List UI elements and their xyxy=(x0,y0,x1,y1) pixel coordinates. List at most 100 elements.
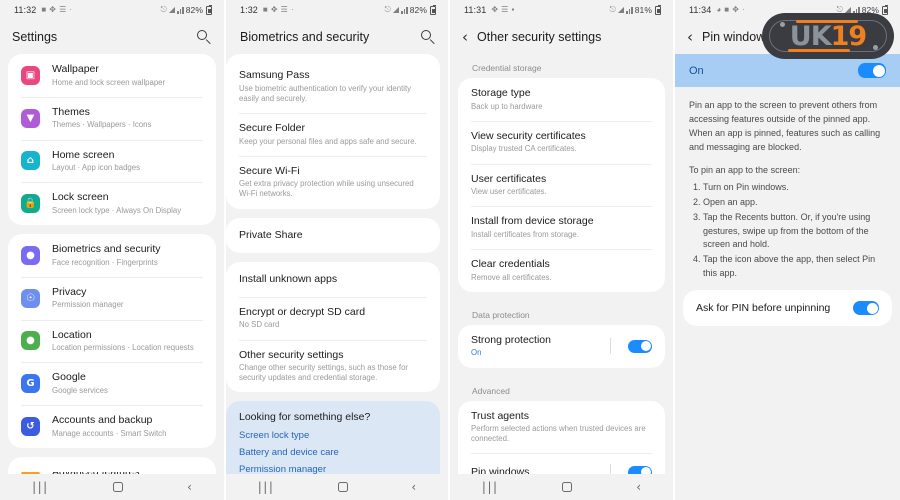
list-item-subtitle: Keep your personal files and apps safe a… xyxy=(239,136,417,146)
list-item-subtitle: Face recognition · Fingerprints xyxy=(52,257,158,267)
list-item-user-certificates[interactable]: User certificates View user certificates… xyxy=(458,163,665,207)
list-item-subtitle: Google services xyxy=(52,385,108,395)
list-item-title: Wallpaper xyxy=(52,63,99,75)
list-item-subtitle: Install certificates from storage. xyxy=(471,229,579,239)
list-item-subtitle: View user certificates. xyxy=(471,187,547,197)
sidebar-item-home-screen[interactable]: ⌂ Home screen Layout · App icon badges xyxy=(8,139,216,183)
ask-for-pin-row[interactable]: Ask for PIN before unpinning xyxy=(683,290,892,327)
recents-button[interactable]: ||| xyxy=(32,481,49,493)
hint-title: Looking for something else? xyxy=(239,411,371,424)
page-title: Other security settings xyxy=(477,30,602,44)
list-item-title: Google xyxy=(52,371,86,384)
home-button[interactable] xyxy=(562,482,573,492)
home-button[interactable] xyxy=(337,482,348,492)
list-item-storage-type[interactable]: Storage type Back up to hardware xyxy=(458,78,665,121)
sidebar-item-google[interactable]: G Google Google services xyxy=(8,362,216,405)
status-bar: 11:31 ✥ ☰ ▪ ⎋ ◢ 81% xyxy=(450,0,673,20)
list-item-subtitle: Use biometric authentication to verify y… xyxy=(239,83,412,103)
list-item-trust-agents[interactable]: Trust agents Perform selected actions wh… xyxy=(458,401,665,454)
nav-bar: ||| ‹ xyxy=(226,474,448,500)
back-button[interactable]: ‹ xyxy=(636,481,641,493)
list-item-secure-folder[interactable]: Secure Folder Keep your personal files a… xyxy=(226,112,440,156)
bluetooth-icon: ✥ xyxy=(49,5,57,14)
security-list[interactable]: Samsung Pass Use biometric authenticatio… xyxy=(226,54,448,488)
sidebar-item-biometrics-and-security[interactable]: ● Biometrics and security Face recogniti… xyxy=(8,234,216,277)
wifi-icon: ◢ xyxy=(392,5,400,14)
themes-icon: ▼ xyxy=(21,108,40,128)
page-title: Biometrics and security xyxy=(240,30,370,44)
recents-button[interactable]: ||| xyxy=(258,481,275,493)
battery-icon xyxy=(206,4,212,15)
list-item-install-unknown-apps[interactable]: Install unknown apps xyxy=(226,262,440,297)
vibrate-icon: ☰ xyxy=(501,5,509,14)
recents-button[interactable]: ||| xyxy=(482,481,499,493)
sidebar-item-themes[interactable]: ▼ Themes Themes · Wallpapers · Icons xyxy=(8,96,216,140)
next-card-peek xyxy=(8,462,216,472)
pin-windows-description: Pin an app to the screen to prevent othe… xyxy=(675,87,900,281)
list-item-clear-credentials[interactable]: Clear credentials Remove all certificate… xyxy=(458,249,665,292)
list-item: Open an app. xyxy=(703,196,886,210)
hint-link-battery-and-device-care[interactable]: Battery and device care xyxy=(239,447,427,458)
pin-steps-list: Turn on Pin windows. Open an app. Tap th… xyxy=(689,181,886,282)
battery-icon xyxy=(655,4,661,15)
list-item-view-security-certificates[interactable]: View security certificates Display trust… xyxy=(458,120,665,164)
sidebar-item-accounts-and-backup[interactable]: ↺ Accounts and backup Manage accounts · … xyxy=(8,405,216,448)
google-icon: G xyxy=(21,374,40,394)
back-button[interactable]: ‹ xyxy=(187,481,192,493)
sidebar-item-lock-screen[interactable]: 🔒 Lock screen Screen lock type · Always … xyxy=(8,182,216,225)
status-bar: 1:32 ■ ✥ ☰ · ⎋ ◢ 82% xyxy=(226,0,448,20)
list-item-subtitle: Permission manager xyxy=(52,300,124,310)
list-item-samsung-pass[interactable]: Samsung Pass Use biometric authenticatio… xyxy=(226,60,440,113)
back-chevron-icon[interactable]: ‹ xyxy=(687,29,693,45)
list-item-subtitle: Screen lock type · Always On Display xyxy=(52,205,182,215)
list-item-title: Secure Wi-Fi xyxy=(239,164,300,177)
list-item-title: Private Share xyxy=(239,228,303,241)
settings-list[interactable]: ▣ Wallpaper Home and lock screen wallpap… xyxy=(0,54,224,500)
settings-group: Strong protection On xyxy=(458,324,665,368)
app-bar: ‹ Other security settings xyxy=(450,20,673,54)
app-bar: Biometrics and security xyxy=(226,20,448,54)
wifi-icon: ◢ xyxy=(168,5,176,14)
search-icon[interactable] xyxy=(196,29,212,45)
list-item-secure-wifi[interactable]: Secure Wi-Fi Get extra privacy protectio… xyxy=(226,155,440,209)
vibrate-icon: ☰ xyxy=(280,5,288,14)
list-item-strong-protection[interactable]: Strong protection On xyxy=(458,325,665,368)
dot-icon: · xyxy=(69,5,73,14)
home-screen-icon: ⌂ xyxy=(21,151,40,171)
image-icon: ■ xyxy=(262,5,268,14)
search-icon[interactable] xyxy=(420,29,436,45)
battery-percent: 81% xyxy=(634,5,652,15)
description-paragraph-2: To pin an app to the screen: xyxy=(689,164,801,175)
toggle-divider xyxy=(610,338,611,355)
settings-group: ● Biometrics and security Face recogniti… xyxy=(8,234,216,448)
ask-for-pin-toggle[interactable] xyxy=(853,301,879,316)
pin-windows-master-toggle[interactable] xyxy=(858,63,886,78)
hint-link-screen-lock-type[interactable]: Screen lock type xyxy=(239,430,427,441)
panel-other-security-settings: 11:31 ✥ ☰ ▪ ⎋ ◢ 81% ‹ Other security set… xyxy=(450,0,673,500)
list-item-private-share[interactable]: Private Share xyxy=(226,218,440,253)
list-item-title: Themes xyxy=(52,105,90,118)
list-item-encrypt-sd-card[interactable]: Encrypt or decrypt SD card No SD card xyxy=(226,296,440,340)
shield-icon: ● xyxy=(21,245,40,265)
list-item-subtitle: No SD card xyxy=(239,320,280,330)
back-button[interactable]: ‹ xyxy=(411,481,416,493)
screenshot-collage: 11:32 ■ ✥ ☰ · ⎋ ◢ 82% Settings ▣ Wallpap… xyxy=(0,0,900,500)
sidebar-item-wallpaper[interactable]: ▣ Wallpaper Home and lock screen wallpap… xyxy=(8,54,216,97)
list-item-other-security-settings[interactable]: Other security settings Change other sec… xyxy=(226,339,440,393)
dot-icon: · xyxy=(290,5,294,14)
strong-protection-toggle[interactable] xyxy=(628,339,652,353)
status-time: 11:31 xyxy=(464,5,487,15)
list-item-install-from-device-storage[interactable]: Install from device storage Install cert… xyxy=(458,206,665,249)
home-button[interactable] xyxy=(112,482,123,492)
sidebar-item-privacy[interactable]: ☉ Privacy Permission manager xyxy=(8,276,216,320)
sidebar-item-location[interactable]: ● Location Location permissions · Locati… xyxy=(8,319,216,363)
list-item-subtitle: Home and lock screen wallpaper xyxy=(52,77,166,87)
back-chevron-icon[interactable]: ‹ xyxy=(462,29,468,45)
other-security-list[interactable]: Credential storage Storage type Back up … xyxy=(450,54,673,500)
mute-icon: ⎋ xyxy=(384,5,391,14)
panel-pin-windows: 11:34 ◕ ■ ✥ · ⎋ ◢ 82% ‹ Pin windows On P… xyxy=(675,0,900,500)
list-item-title: Lock screen xyxy=(52,191,109,204)
watermark-dot xyxy=(780,22,785,27)
location-pin-icon: ● xyxy=(21,331,40,351)
status-time: 11:34 xyxy=(689,5,712,15)
